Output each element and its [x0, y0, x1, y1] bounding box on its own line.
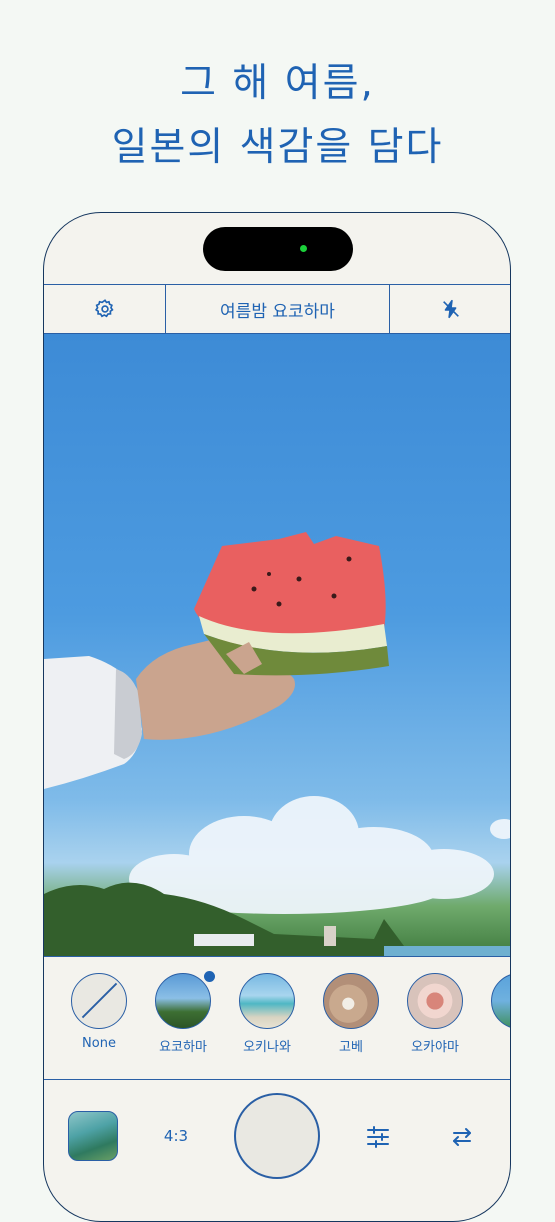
- shutter-button[interactable]: [234, 1093, 320, 1179]
- filter-okayama[interactable]: 오카야마: [395, 973, 475, 1055]
- selected-filter-indicator: [204, 971, 215, 982]
- filter-none[interactable]: None: [59, 973, 139, 1051]
- filter-label: 후: [479, 1036, 510, 1055]
- filter-partial[interactable]: 후: [479, 973, 510, 1055]
- swap-camera-icon: [453, 1128, 471, 1146]
- adjust-button[interactable]: [364, 1123, 392, 1151]
- current-filter-name[interactable]: 여름밤 요코하마: [166, 285, 390, 333]
- camera-bottom-bar: 4:3: [44, 1080, 510, 1221]
- sliders-icon: [367, 1126, 389, 1148]
- filter-thumb-okayama: [407, 973, 463, 1029]
- filter-yokohama[interactable]: 요코하마: [143, 973, 223, 1055]
- flash-off-icon: [443, 299, 459, 319]
- switch-camera-button[interactable]: [448, 1123, 476, 1151]
- filter-thumb-none: [71, 973, 127, 1029]
- viewfinder-scene: [44, 532, 510, 956]
- filter-thumb-okinawa: [239, 973, 295, 1029]
- camera-top-bar: 여름밤 요코하마: [44, 284, 510, 334]
- camera-indicator: [300, 245, 307, 252]
- settings-button[interactable]: [44, 285, 166, 333]
- headline: 그 해 여름, 일본의 색감을 담다: [0, 52, 555, 180]
- filter-label: 오키나와: [243, 1040, 291, 1055]
- no-filter-icon: [81, 982, 117, 1019]
- headline-line-2: 일본의 색감을 담다: [111, 125, 444, 170]
- filter-thumb-partial: [491, 973, 510, 1029]
- filter-thumb-kobe: [323, 973, 379, 1029]
- filter-label: 고베: [339, 1040, 363, 1055]
- filter-label: 오카야마: [411, 1040, 459, 1055]
- camera-viewfinder[interactable]: [44, 334, 510, 956]
- filter-label: None: [82, 1036, 116, 1051]
- gallery-thumbnail[interactable]: [68, 1111, 118, 1161]
- filter-label: 요코하마: [159, 1040, 207, 1055]
- filter-okinawa[interactable]: 오키나와: [227, 973, 307, 1055]
- flash-toggle-button[interactable]: [390, 285, 510, 333]
- dynamic-island: [203, 227, 353, 271]
- phone-frame: 여름밤 요코하마 None 요코하마 오키나와 고베 오카야마 4:3: [43, 212, 511, 1222]
- headline-line-1: 그 해 여름,: [180, 61, 375, 106]
- gear-icon: [94, 299, 114, 318]
- aspect-ratio-button[interactable]: 4:3: [154, 1127, 198, 1145]
- filter-thumb-yokohama: [155, 973, 211, 1029]
- filter-carousel[interactable]: None 요코하마 오키나와 고베 오카야마 후: [44, 956, 510, 1080]
- filter-kobe[interactable]: 고베: [311, 973, 391, 1055]
